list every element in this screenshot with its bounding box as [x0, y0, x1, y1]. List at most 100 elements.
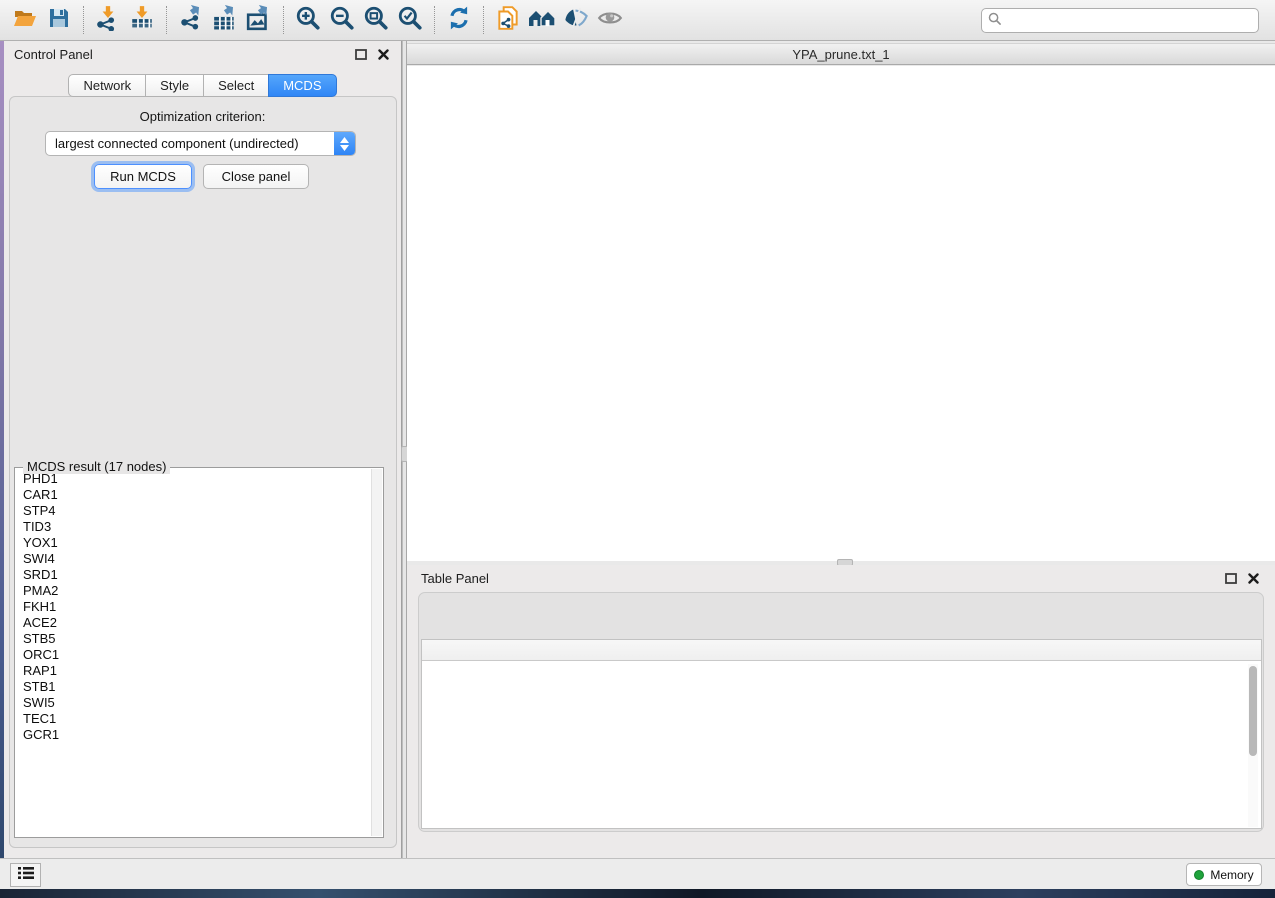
run-mcds-button[interactable]: Run MCDS: [94, 164, 192, 189]
memory-status-icon: [1194, 870, 1204, 880]
toolbar-separator: [283, 6, 284, 34]
mcds-result-item[interactable]: GCR1: [16, 727, 370, 743]
export-table-button[interactable]: [208, 4, 242, 36]
list-icon: [18, 866, 34, 885]
copy-network-button[interactable]: [491, 4, 525, 36]
refresh-icon: [446, 5, 472, 36]
network-window-titlebar[interactable]: YPA_prune.txt_1: [407, 43, 1275, 65]
network-window: YPA_prune.txt_1: [407, 41, 1275, 561]
control-panel-header: Control Panel: [4, 41, 401, 67]
mcds-result-list[interactable]: PHD1CAR1STP4TID3YOX1SWI4SRD1PMA2FKH1ACE2…: [16, 471, 370, 836]
network-canvas[interactable]: [407, 66, 1275, 561]
eye-button[interactable]: [593, 4, 627, 36]
export-table-icon: [212, 5, 238, 36]
table-panel: Table Panel: [407, 565, 1275, 858]
mcds-result-item[interactable]: STB1: [16, 679, 370, 695]
zoom-in-icon: [295, 5, 321, 36]
tab-network[interactable]: Network: [68, 74, 146, 97]
task-history-button[interactable]: [10, 863, 41, 887]
table-header-row: [422, 640, 1261, 661]
close-table-panel-icon[interactable]: [1246, 571, 1261, 586]
home-icon: [528, 6, 556, 35]
mcds-result-item[interactable]: SWI4: [16, 551, 370, 567]
desktop-wallpaper-bottom: [0, 889, 1275, 898]
import-table-button[interactable]: [125, 4, 159, 36]
copy-network-icon: [495, 5, 521, 36]
mcds-result-item[interactable]: PMA2: [16, 583, 370, 599]
open-folder-button[interactable]: [8, 4, 42, 36]
float-table-panel-icon[interactable]: [1223, 571, 1238, 586]
export-network-button[interactable]: [174, 4, 208, 36]
close-panel-icon[interactable]: [376, 47, 391, 62]
toolbar-separator: [83, 6, 84, 34]
control-panel-tabs: NetworkStyleSelectMCDS: [4, 74, 401, 97]
import-network-button[interactable]: [91, 4, 125, 36]
eye-icon: [596, 5, 624, 36]
optimization-criterion-select[interactable]: largest connected component (undirected): [45, 131, 356, 156]
home-button[interactable]: [525, 4, 559, 36]
zoom-selected-icon: [397, 5, 423, 36]
mcds-result-item[interactable]: TID3: [16, 519, 370, 535]
table-panel-title: Table Panel: [421, 571, 489, 586]
maximize-window-icon[interactable]: [456, 49, 468, 61]
toggle-panels-icon: [562, 5, 590, 36]
mcds-result-item[interactable]: SRD1: [16, 567, 370, 583]
mcds-result-item[interactable]: SWI5: [16, 695, 370, 711]
main-toolbar: [0, 0, 1275, 41]
import-network-icon: [95, 5, 121, 36]
optimization-criterion-label: Optimization criterion:: [4, 109, 401, 124]
import-table-icon: [129, 5, 155, 36]
tab-select[interactable]: Select: [203, 74, 269, 97]
search-box[interactable]: [981, 8, 1259, 33]
search-icon: [988, 12, 1001, 30]
mcds-result-item[interactable]: STP4: [16, 503, 370, 519]
mcds-list-scrollbar[interactable]: [371, 469, 382, 836]
export-image-button[interactable]: [242, 4, 276, 36]
table-scrollbar[interactable]: [1248, 664, 1258, 827]
zoom-out-icon: [329, 5, 355, 36]
table-panel-body: [418, 592, 1264, 832]
select-stepper-icon: [334, 132, 355, 155]
mcds-result-item[interactable]: FKH1: [16, 599, 370, 615]
close-window-icon[interactable]: [416, 49, 428, 61]
toolbar-separator: [483, 6, 484, 34]
table-panel-header: Table Panel: [407, 565, 1275, 591]
export-image-icon: [246, 5, 272, 36]
zoom-selected-button[interactable]: [393, 4, 427, 36]
node-table: [421, 639, 1262, 829]
network-window-title: YPA_prune.txt_1: [407, 47, 1275, 62]
toolbar-separator: [434, 6, 435, 34]
refresh-button[interactable]: [442, 4, 476, 36]
save-icon: [47, 6, 71, 35]
table-scrollbar-thumb[interactable]: [1249, 666, 1257, 756]
mcds-result-item[interactable]: TEC1: [16, 711, 370, 727]
memory-button[interactable]: Memory: [1186, 863, 1262, 886]
open-folder-icon: [12, 6, 38, 35]
control-panel-title: Control Panel: [14, 47, 93, 62]
mcds-result-title: MCDS result (17 nodes): [23, 459, 170, 474]
toolbar-separator: [166, 6, 167, 34]
minimize-window-icon[interactable]: [436, 49, 448, 61]
mcds-result-item[interactable]: YOX1: [16, 535, 370, 551]
zoom-fit-icon: [363, 5, 389, 36]
tab-style[interactable]: Style: [145, 74, 204, 97]
memory-label: Memory: [1210, 868, 1253, 882]
zoom-fit-button[interactable]: [359, 4, 393, 36]
mcds-result-item[interactable]: RAP1: [16, 663, 370, 679]
tab-mcds[interactable]: MCDS: [268, 74, 336, 97]
search-input[interactable]: [1006, 13, 1252, 28]
mcds-result-item[interactable]: ACE2: [16, 615, 370, 631]
zoom-out-button[interactable]: [325, 4, 359, 36]
mcds-result-item[interactable]: CAR1: [16, 487, 370, 503]
mcds-result-box: PHD1CAR1STP4TID3YOX1SWI4SRD1PMA2FKH1ACE2…: [14, 467, 384, 838]
mcds-result-item[interactable]: STB5: [16, 631, 370, 647]
close-panel-button[interactable]: Close panel: [203, 164, 309, 189]
optimization-criterion-value: largest connected component (undirected): [46, 136, 334, 151]
control-panel: Control Panel NetworkStyleSelectMCDS Opt…: [4, 41, 402, 858]
mcds-result-item[interactable]: ORC1: [16, 647, 370, 663]
save-button[interactable]: [42, 4, 76, 36]
toggle-panels-button[interactable]: [559, 4, 593, 36]
zoom-in-button[interactable]: [291, 4, 325, 36]
float-panel-icon[interactable]: [353, 47, 368, 62]
export-network-icon: [178, 5, 204, 36]
